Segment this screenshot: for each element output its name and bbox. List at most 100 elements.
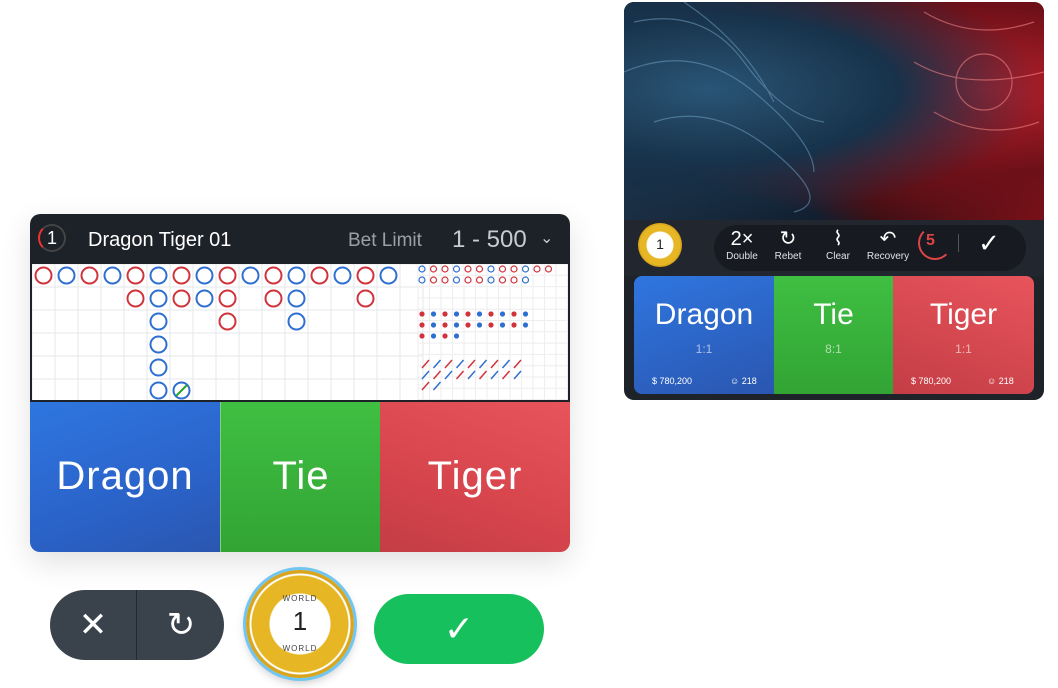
road-bead [149, 381, 168, 400]
big-eye-mark [429, 276, 438, 284]
divider [136, 590, 137, 660]
chip-value-small: 1 [656, 236, 664, 252]
bet-dragon-players-value: 218 [741, 376, 757, 386]
small-road-mark [442, 333, 448, 339]
undo-button[interactable]: ↻ [138, 590, 224, 660]
round-number: 1 [38, 224, 66, 252]
big-eye-mark [418, 276, 426, 284]
bet-dragon-compact[interactable]: Dragon 1:1 $ 780,200 ☺ 218 [634, 276, 774, 394]
road-bead [287, 266, 306, 285]
bet-tiger-players-value: 218 [998, 376, 1014, 386]
road-bead [379, 266, 398, 285]
check-icon: ✓ [978, 228, 1000, 258]
check-icon: ✓ [443, 608, 475, 649]
rebet-icon: ↻ [779, 228, 797, 250]
cockroach-mark [478, 359, 488, 369]
bet-dragon-ratio: 1:1 [695, 342, 713, 356]
small-road-mark [488, 311, 494, 317]
chip-value: 1 [292, 606, 308, 636]
cockroach-mark [513, 359, 522, 369]
chip-selector-small[interactable]: 1 [638, 223, 682, 267]
chip-selector[interactable]: WORLD 1 WORLD [246, 570, 354, 678]
user-icon: ☺ [987, 376, 997, 386]
road-bead [149, 335, 168, 354]
cockroach-mark [478, 370, 488, 380]
road-bead [149, 289, 168, 308]
small-road-mark [499, 322, 506, 328]
big-eye-mark [452, 276, 461, 284]
artwork-pattern [624, 2, 1044, 213]
chip-brand-bottom: WORLD [282, 644, 318, 653]
recovery-button[interactable]: ↶ Recovery [860, 227, 916, 262]
rebet-button[interactable]: ↻ Rebet [760, 227, 816, 262]
countdown-timer: 5 [926, 232, 935, 249]
small-road-mark [522, 322, 529, 328]
confirm-button[interactable]: ✓ [972, 226, 1006, 260]
road-bead [126, 266, 145, 285]
big-eye-mark [429, 265, 438, 273]
small-road-mark [465, 322, 471, 328]
road-bead [149, 312, 168, 331]
big-eye-mark [464, 265, 472, 273]
road-bead [287, 289, 306, 308]
chip-brand-top: WORLD [282, 594, 318, 603]
bet-limit-dropdown[interactable]: 1 - 500 [452, 226, 527, 254]
confirm-bet-button[interactable]: ✓ [374, 594, 544, 664]
bet-dragon-players: ☺ 218 [730, 376, 757, 386]
small-road-mark [511, 311, 517, 317]
road-bead [264, 289, 283, 308]
big-eye-mark [510, 265, 518, 273]
small-road-mark [511, 322, 517, 328]
bet-tie-label: Tie [272, 454, 330, 498]
big-eye-mark [464, 276, 472, 284]
coin-icon: $ [652, 376, 658, 386]
chevron-down-icon[interactable]: ⌄ [540, 228, 553, 248]
road-bead [172, 266, 191, 285]
road-bead [126, 289, 145, 308]
cockroach-mark [513, 370, 522, 380]
cockroach-mark [467, 370, 476, 380]
road-bead [356, 266, 375, 285]
road-bead [34, 266, 53, 285]
small-road-mark [442, 322, 448, 328]
bet-tie-name: Tie [813, 298, 854, 331]
cockroach-mark [432, 370, 442, 380]
bet-toolbar: 2× Double ↻ Rebet ⌇ Clear ↶ Recovery 5 ✓ [624, 220, 1044, 276]
road-bead [218, 312, 237, 331]
cockroach-mark [455, 370, 465, 380]
clear-button[interactable]: ⌇ Clear [810, 227, 866, 262]
bet-tiger[interactable]: Tiger [380, 402, 570, 552]
big-eye-mark [452, 265, 461, 273]
clear-bets-button[interactable]: ✕ [50, 590, 136, 660]
road-bead [195, 289, 214, 308]
big-eye-mark [441, 276, 449, 284]
road-bead [356, 289, 375, 308]
big-eye-mark [521, 276, 530, 284]
big-eye-mark [544, 265, 553, 273]
road-tie-mark [175, 384, 188, 397]
cockroach-mark [490, 359, 499, 369]
bet-tiger-compact[interactable]: Tiger 1:1 $ 780,200 ☺ 218 [893, 276, 1034, 394]
cockroach-mark [444, 359, 453, 369]
bet-tie-compact[interactable]: Tie 8:1 [774, 276, 893, 394]
big-eye-mark [475, 276, 484, 284]
road-bead [241, 266, 260, 285]
small-road-mark [476, 311, 483, 317]
big-eye-mark [418, 265, 426, 273]
small-road-mark [453, 311, 460, 317]
bet-tiger-name: Tiger [929, 298, 998, 331]
big-eye-mark [487, 276, 495, 284]
road-bead [333, 266, 352, 285]
close-icon: ✕ [78, 606, 108, 644]
road-bead [218, 266, 237, 285]
bet-tiger-players: ☺ 218 [987, 376, 1014, 386]
bet-tiger-amount-value: 780,200 [918, 376, 952, 386]
bet-dragon[interactable]: Dragon [30, 402, 220, 552]
small-road-mark [488, 322, 494, 328]
bet-tie[interactable]: Tie [220, 402, 382, 552]
big-eye-mark [475, 265, 484, 273]
bet-controls: ✕ ↻ [50, 590, 224, 660]
clear-label: Clear [826, 251, 850, 262]
big-eye-mark [510, 276, 518, 284]
bet-area: Dragon Tie Tiger [30, 402, 570, 552]
